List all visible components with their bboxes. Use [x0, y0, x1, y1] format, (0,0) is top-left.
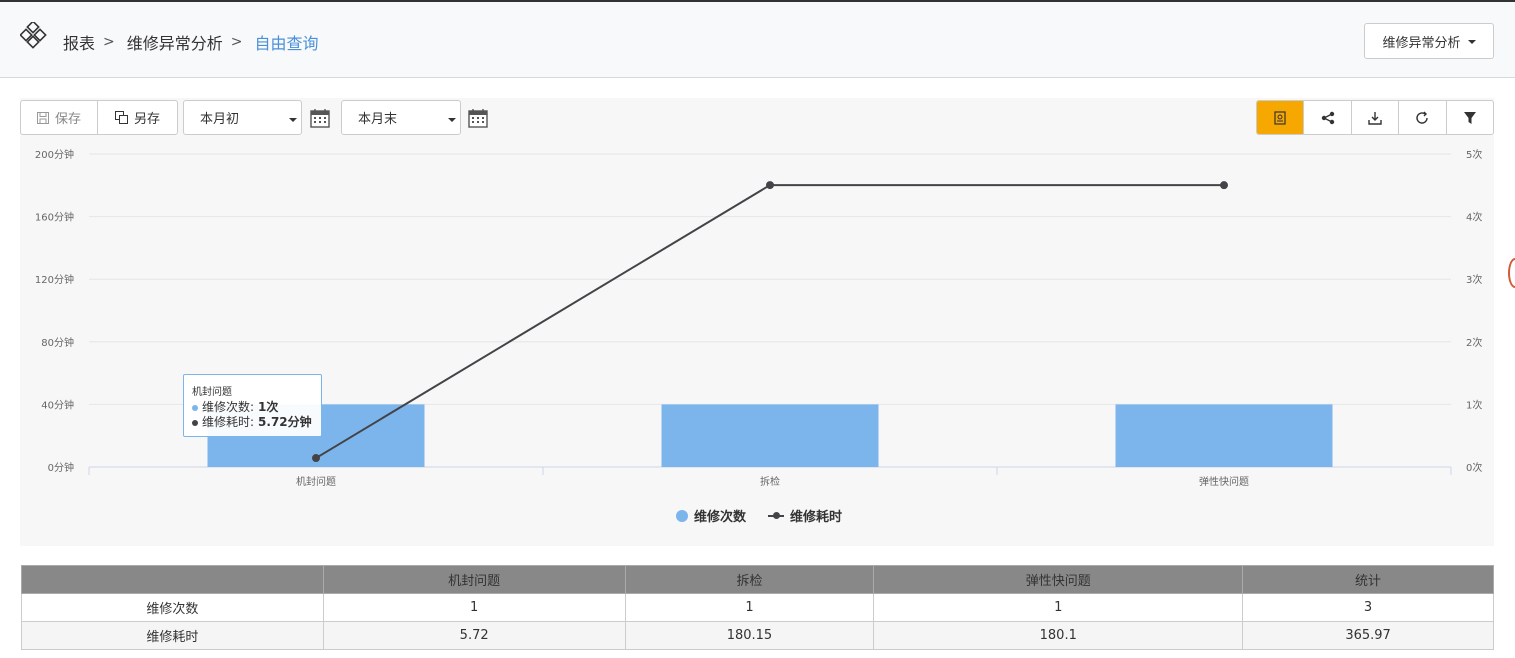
legend-item-count[interactable]: 维修次数 [676, 506, 746, 525]
table-row: 维修耗时 5.72 180.15 180.1 365.97 [21, 621, 1494, 650]
series-dot-icon [192, 404, 198, 411]
table-cell: 180.15 [624, 621, 875, 650]
report-view-button[interactable] [1257, 101, 1304, 134]
series-dot-icon [192, 419, 198, 426]
share-icon [1321, 111, 1334, 124]
table-row: 维修次数 1 1 1 3 [21, 593, 1494, 622]
table-header-cell: 机封问题 [322, 565, 626, 594]
legend-label-duration: 维修耗时 [790, 510, 843, 525]
chart-legend: 维修次数 维修耗时 [676, 506, 842, 525]
filter-icon [1463, 111, 1476, 124]
y-axis-right-tick-label: 5次 [1466, 148, 1482, 161]
line-point-2 [766, 181, 774, 190]
save-button-label: 保存 [54, 112, 81, 127]
refresh-icon [1416, 111, 1429, 124]
report-select-dropdown[interactable]: 维修异常分析 [1364, 23, 1494, 59]
app-logo-icon [20, 22, 47, 49]
table-cell: 3 [1242, 593, 1494, 622]
refresh-button[interactable] [1398, 101, 1445, 134]
tooltip-row1-value: 1次 [258, 400, 279, 414]
y-axis-left-tick-label: 120分钟 [35, 273, 74, 286]
calendar-icon[interactable] [310, 108, 330, 128]
table-cell: 365.97 [1242, 621, 1494, 650]
breadcrumb-item-active: 自由查询 [254, 34, 319, 53]
download-icon [1368, 111, 1382, 125]
filter-button[interactable] [1445, 101, 1493, 134]
y-axis-right-tick-label: 2次 [1466, 336, 1482, 349]
y-axis-right-tick-label: 4次 [1466, 211, 1482, 224]
x-axis-tick-label: 拆检 [760, 475, 780, 488]
page-header: 报表 > 维修异常分析 > 自由查询 维修异常分析 [0, 2, 1515, 78]
y-axis-right-tick-label: 3次 [1466, 273, 1482, 286]
tooltip-row2-label: 维修耗时: [202, 415, 255, 429]
line-point-1 [312, 454, 320, 463]
legend-label-count: 维修次数 [694, 510, 747, 525]
bar-series-icon [676, 509, 688, 522]
breadcrumb-item-repair[interactable]: 维修异常分析 [127, 30, 223, 54]
x-axis-tick-label: 机封问题 [296, 475, 336, 488]
report-select-label: 维修异常分析 [1382, 35, 1461, 51]
line-point-3 [1220, 181, 1228, 190]
y-axis-right-tick-label: 0次 [1466, 461, 1482, 474]
y-axis-left-tick-label: 0分钟 [48, 461, 74, 474]
table-cell: 1 [624, 593, 875, 622]
floating-assistant-icon[interactable] [1508, 258, 1515, 288]
start-date-select[interactable]: 本月初 [183, 100, 302, 135]
table-header-cell: 弹性快问题 [873, 565, 1244, 594]
chart-tools-group [1256, 100, 1494, 135]
line-series-icon [768, 511, 785, 519]
caret-down-icon [289, 118, 297, 122]
y-axis-left-tick-label: 160分钟 [35, 211, 74, 224]
bar-2 [661, 404, 879, 467]
caret-down-icon [1467, 40, 1476, 44]
copy-icon [114, 111, 128, 124]
caret-down-icon [448, 118, 456, 122]
table-header-cell [21, 565, 324, 594]
chevron-right-icon: > [230, 34, 243, 50]
save-button[interactable]: 保存 [21, 101, 98, 134]
share-button[interactable] [1303, 101, 1350, 134]
tooltip-row-duration: 维修耗时: 5.72分钟 [192, 415, 313, 430]
table-cell: 1 [873, 593, 1244, 622]
y-axis-left-tick-label: 80分钟 [41, 336, 74, 349]
x-axis-tick-label: 弹性快问题 [1199, 475, 1249, 488]
table-cell: 180.1 [873, 621, 1244, 650]
legend-item-duration[interactable]: 维修耗时 [768, 506, 842, 525]
start-date-value: 本月初 [200, 112, 240, 127]
y-axis-left-tick-label: 200分钟 [35, 148, 74, 161]
data-table: 机封问题 拆检 弹性快问题 统计 维修次数 1 1 1 3 维修耗时 5.72 … [21, 565, 1494, 650]
y-axis-left-tick-label: 40分钟 [41, 398, 74, 411]
table-header-cell: 统计 [1242, 565, 1494, 594]
breadcrumb: 报表 > 维修异常分析 > 自由查询 [63, 30, 319, 54]
calendar-icon[interactable] [468, 108, 488, 128]
floppy-disk-icon [36, 111, 49, 124]
chart-tooltip: 机封问题 维修次数: 1次 维修耗时: 5.72分钟 [183, 374, 322, 437]
table-header-cell: 拆检 [624, 565, 875, 594]
tooltip-row2-value: 5.72分钟 [258, 415, 312, 429]
save-button-group: 保存 另存 [20, 100, 178, 135]
report-icon [1274, 110, 1286, 125]
save-as-button-label: 另存 [133, 112, 160, 127]
end-date-value: 本月末 [358, 112, 398, 127]
table-cell: 1 [322, 593, 626, 622]
y-axis-right-tick-label: 1次 [1466, 398, 1482, 411]
table-cell: 5.72 [322, 621, 626, 650]
download-button[interactable] [1350, 101, 1398, 134]
table-cell: 维修耗时 [21, 621, 324, 650]
breadcrumb-item-reports[interactable]: 报表 [63, 30, 95, 54]
table-cell: 维修次数 [21, 593, 324, 622]
save-as-button[interactable]: 另存 [98, 101, 177, 134]
chart-canvas: 0分钟 40分钟 80分钟 120分钟 160分钟 200分钟 0次 1次 2次 3次 4次 5次机封… [35, 148, 1482, 488]
tooltip-row-count: 维修次数: 1次 [192, 400, 313, 415]
end-date-select[interactable]: 本月末 [341, 100, 461, 135]
tooltip-row1-label: 维修次数: [202, 400, 255, 414]
tooltip-title: 机封问题 [192, 387, 232, 398]
bar-3 [1115, 404, 1333, 467]
chevron-right-icon: > [103, 34, 115, 50]
table-header-row: 机封问题 拆检 弹性快问题 统计 [21, 565, 1494, 594]
